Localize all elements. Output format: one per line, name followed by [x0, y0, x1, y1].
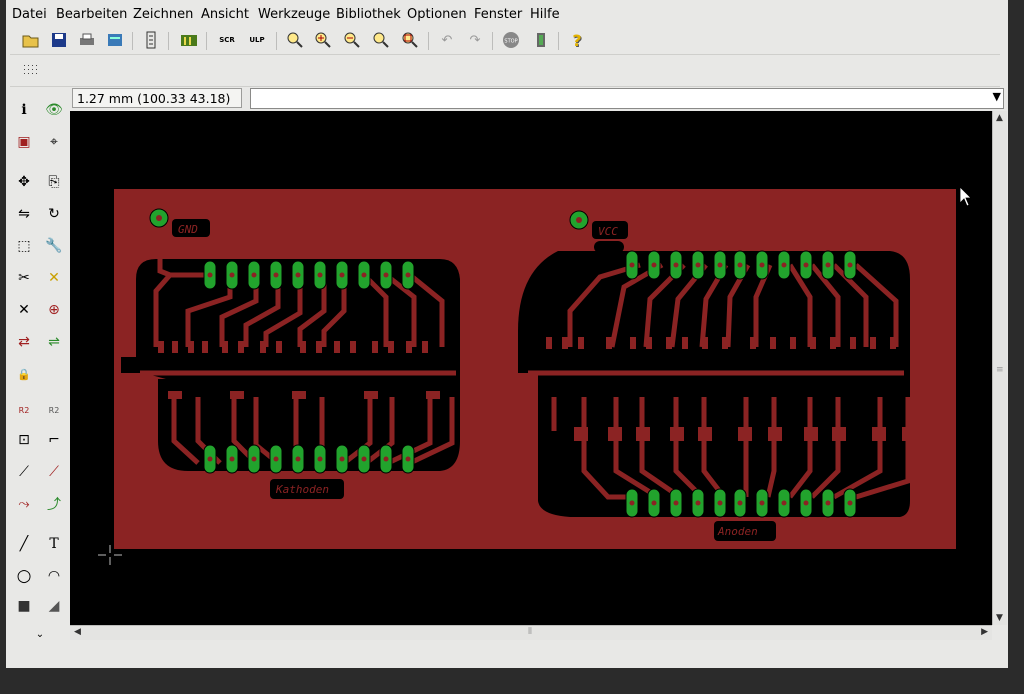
- route-tool[interactable]: ⤳: [12, 492, 36, 516]
- stop-icon[interactable]: STOP: [500, 29, 522, 51]
- library-icon[interactable]: [178, 29, 200, 51]
- ripup-tool[interactable]: ⤴: [42, 492, 66, 516]
- board-canvas[interactable]: GND VCC Kathoden Anoden: [70, 111, 992, 625]
- group-tool[interactable]: ⬚: [12, 234, 36, 258]
- vertical-scrollbar[interactable]: ▲ ≡ ▼: [992, 111, 1007, 625]
- split-tool[interactable]: ⟋: [12, 460, 36, 484]
- menu-fenster[interactable]: Fenster: [474, 7, 522, 22]
- arc-tool[interactable]: ◠: [42, 564, 66, 588]
- zoom-redraw-icon[interactable]: [370, 29, 392, 51]
- redo-icon[interactable]: ↷: [464, 29, 486, 51]
- miter-tool[interactable]: ⌐: [42, 428, 66, 452]
- scroll-left-icon[interactable]: ◀: [74, 627, 81, 637]
- menu-bar: Datei Bearbeiten Zeichnen Ansicht Werkze…: [6, 2, 1008, 26]
- anoden-label: Anoden: [717, 525, 758, 538]
- delete-tool-2[interactable]: ✕: [42, 266, 66, 290]
- hscroll-thumb-grip[interactable]: ⦀: [528, 627, 532, 637]
- help-icon[interactable]: ?: [566, 29, 588, 51]
- menu-datei[interactable]: Datei: [12, 7, 47, 22]
- zoom-out-icon[interactable]: [341, 29, 363, 51]
- stop-label: STOP: [504, 39, 517, 45]
- save-icon[interactable]: [48, 29, 70, 51]
- cam-icon[interactable]: [104, 29, 126, 51]
- menu-werkzeuge[interactable]: Werkzeuge: [258, 7, 330, 22]
- desktop-background: [1008, 0, 1024, 694]
- mark-tool[interactable]: ⌖: [42, 130, 66, 154]
- mirror-tool[interactable]: ⇋: [12, 202, 36, 226]
- zoom-in-icon[interactable]: [312, 29, 334, 51]
- show-tool[interactable]: 👁: [42, 98, 66, 122]
- horizontal-scrollbar[interactable]: ◀ ⦀ ▶: [70, 625, 992, 640]
- paste-tool[interactable]: ✂: [12, 266, 36, 290]
- menu-ansicht[interactable]: Ansicht: [201, 7, 249, 22]
- vcc-label: VCC: [598, 225, 618, 238]
- scroll-down-icon[interactable]: ▼: [996, 613, 1003, 623]
- rect-tool[interactable]: ■: [12, 594, 36, 618]
- script-icon[interactable]: SCR: [216, 29, 238, 51]
- board-switch-icon[interactable]: [140, 29, 162, 51]
- grid-icon[interactable]: [20, 61, 42, 83]
- zoom-fit-icon[interactable]: [284, 29, 306, 51]
- smash-tool[interactable]: ⊡: [12, 428, 36, 452]
- coordinate-display: 1.27 mm (100.33 43.18): [72, 88, 242, 108]
- wire-tool[interactable]: ╱: [12, 532, 36, 556]
- menu-optionen[interactable]: Optionen: [407, 7, 467, 22]
- main-toolbar: SCR ULP ↶ ↷ STOP ?: [10, 28, 1000, 55]
- run-icon[interactable]: [530, 29, 552, 51]
- print-icon[interactable]: [76, 29, 98, 51]
- name-tool[interactable]: R2: [12, 398, 36, 422]
- gnd-label: GND: [178, 223, 198, 236]
- kathoden-label: Kathoden: [275, 483, 329, 496]
- grid-toolbar: [10, 58, 1000, 87]
- layers-tool[interactable]: ▣: [12, 130, 36, 154]
- scroll-up-icon[interactable]: ▲: [996, 113, 1003, 123]
- circle-tool[interactable]: ○: [12, 564, 36, 588]
- ulp-icon[interactable]: ULP: [246, 29, 268, 51]
- change-tool[interactable]: 🔧: [42, 234, 66, 258]
- move-tool[interactable]: ✥: [12, 170, 36, 194]
- scroll-right-icon[interactable]: ▶: [981, 627, 988, 637]
- more-tools-icon[interactable]: ⌄: [28, 622, 52, 646]
- lock-tool[interactable]: 🔒: [12, 362, 36, 386]
- delete-tool[interactable]: ✕: [12, 298, 36, 322]
- eagle-board-window: Datei Bearbeiten Zeichnen Ansicht Werkze…: [6, 0, 1008, 668]
- add-tool[interactable]: ⊕: [42, 298, 66, 322]
- open-icon[interactable]: [20, 29, 42, 51]
- menu-hilfe[interactable]: Hilfe: [530, 7, 560, 22]
- polygon-tool[interactable]: ◢: [42, 594, 66, 618]
- scroll-thumb-grip[interactable]: ≡: [996, 365, 1004, 375]
- menu-bibliothek[interactable]: Bibliothek: [336, 7, 401, 22]
- chevron-down-icon[interactable]: ▼: [993, 90, 1001, 103]
- menu-bearbeiten[interactable]: Bearbeiten: [56, 7, 127, 22]
- command-line-input[interactable]: ▼: [250, 88, 1004, 109]
- tool-palette: i 👁 ▣ ⌖ ✥ ⎘ ⇋ ↻ ⬚ 🔧 ✂ ✕ ✕ ⊕ ⇄ ⇌ 🔒 R2 R2 …: [8, 86, 68, 646]
- mouse-pointer-icon: [959, 186, 972, 207]
- replace-tool[interactable]: ⇌: [42, 330, 66, 354]
- optimize-tool[interactable]: ⟋: [42, 460, 66, 484]
- info-tool[interactable]: i: [12, 98, 36, 122]
- pinswap-tool[interactable]: ⇄: [12, 330, 36, 354]
- zoom-select-icon[interactable]: [399, 29, 421, 51]
- rotate-tool[interactable]: ↻: [42, 202, 66, 226]
- menu-zeichnen[interactable]: Zeichnen: [133, 7, 193, 22]
- undo-icon[interactable]: ↶: [436, 29, 458, 51]
- value-tool[interactable]: R2: [42, 398, 66, 422]
- text-tool[interactable]: T: [42, 532, 66, 556]
- copy-tool[interactable]: ⎘: [42, 170, 66, 194]
